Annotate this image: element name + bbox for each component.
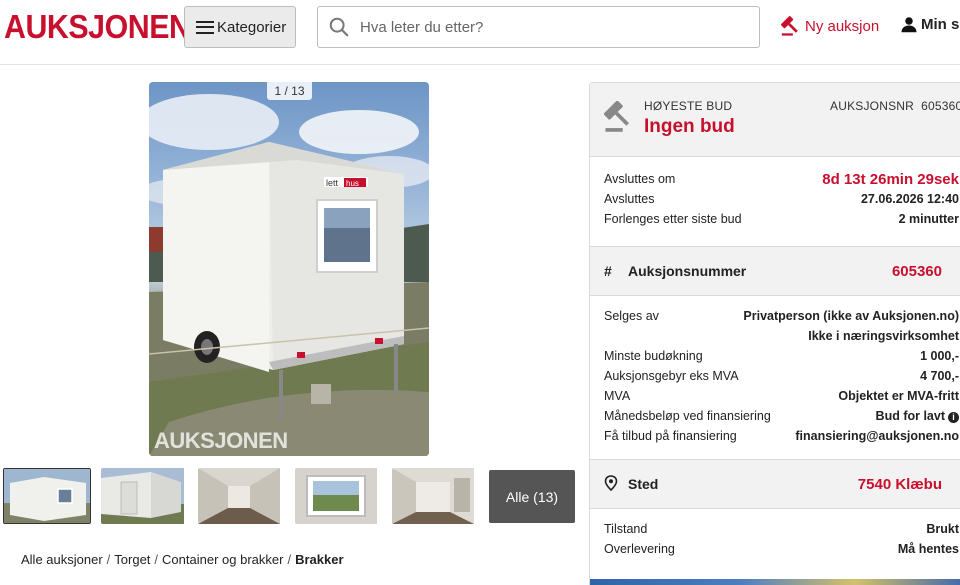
vat-value: Objektet er MVA-fritt [838,389,959,403]
breadcrumb-separator: / [287,552,292,567]
extension-value: 2 minutter [898,212,959,226]
thumbnail-5[interactable] [392,468,480,524]
section-title: Sted [628,476,659,492]
row-label: Månedsbeløp ved finansiering [604,409,771,423]
site-header: AUKSJONEN Kategorier Ny auksjon Min si [0,0,960,65]
gavel-icon [604,101,630,132]
row-label: Minste budøkning [604,349,703,363]
time-remaining-row: Avsluttes om 8d 13t 26min 29sek [604,169,959,189]
svg-text:hus: hus [346,179,359,188]
min-increment-row: Minste budøkning 1 000,- [604,346,959,366]
min-increment-value: 1 000,- [920,349,959,363]
row-label: Overlevering [604,542,675,556]
section-value: 605360 [891,262,942,280]
thumbnail-image [392,468,474,524]
new-auction-label: Ny auksjon [805,17,880,35]
site-logo[interactable]: AUKSJONEN [4,8,191,46]
row-label: Forlenges etter siste bud [604,212,742,226]
breadcrumb-link-torget[interactable]: Torget [114,552,150,567]
seller-note-row: Ikke i næringsvirksomhet [604,326,959,346]
thumbnail-4[interactable] [295,468,383,524]
search-bar[interactable] [317,6,760,48]
new-auction-link[interactable]: Ny auksjon [780,15,879,37]
row-label: MVA [604,389,631,403]
auction-number-value: 605360 [921,99,960,113]
thumbnail-strip: Alle (13) [3,468,578,524]
menu-icon [196,20,214,34]
thumbnail-image [295,468,377,524]
svg-text:lett: lett [326,178,339,188]
row-label: Selges av [604,309,659,323]
thumbnail-3[interactable] [198,468,286,524]
auction-number-header: AUKSJONSNR 605360 [830,99,960,113]
main-product-image[interactable]: lett hus AUKSJONEN [149,82,429,456]
search-icon [329,17,349,37]
trailer-photo: lett hus [149,94,429,456]
row-label: Tilstand [604,522,648,536]
vat-row: MVA Objektet er MVA-fritt [604,386,959,406]
my-page-link[interactable]: Min si [900,15,960,33]
highest-bid-label: HØYESTE BUD [644,99,733,113]
monthly-amount-value: Bud for lavt i [876,409,959,423]
image-watermark: AUKSJONEN [154,428,288,453]
condition-rows: Tilstand Brukt Overlevering Må hentes [604,519,959,559]
seller-value: Privatperson (ikke av Auksjonen.no) [743,309,959,323]
delivery-row: Overlevering Må hentes [604,539,959,559]
timing-rows: Avsluttes om 8d 13t 26min 29sek Avslutte… [604,169,959,229]
row-label: Få tilbud på finansiering [604,429,737,443]
breadcrumb-separator: / [154,552,159,567]
location-value[interactable]: 7540 Klæbu [858,476,942,493]
auction-info-panel: HØYESTE BUD Ingen bud AUKSJONSNR 605360 … [589,82,960,585]
thumbnail-1[interactable] [3,468,91,524]
auction-number-label: AUKSJONSNR [830,99,915,113]
detail-rows: Selges av Privatperson (ikke av Auksjone… [604,306,959,446]
banner-image[interactable] [590,579,960,585]
seller-note-value: Ikke i næringsvirksomhet [808,329,959,343]
breadcrumb-current: Brakker [295,552,344,567]
location-section: Sted 7540 Klæbu [590,459,960,509]
row-label: Avsluttes [604,192,655,206]
financing-email-link[interactable]: finansiering@auksjonen.no [795,429,959,443]
fee-value: 4 700,- [920,369,959,383]
monthly-amount-text: Bud for lavt [875,409,945,423]
extension-row: Forlenges etter siste bud 2 minutter [604,209,959,229]
gavel-icon [781,16,798,36]
end-date-value: 27.06.2026 12:40 [860,192,959,206]
row-label: Avsluttes om [604,172,676,186]
auction-number-section: # Auksjonsnummer 605360 [590,246,960,296]
location-pin-icon [604,474,620,494]
breadcrumb-link-container[interactable]: Container og brakker [162,552,283,567]
highest-bid-value: Ingen bud [644,116,735,137]
thumbnail-image [4,469,90,523]
end-date-row: Avsluttes 27.06.2026 12:40 [604,189,959,209]
info-icon[interactable]: i [948,412,959,423]
user-icon [901,17,917,33]
seller-row: Selges av Privatperson (ikke av Auksjone… [604,306,959,326]
thumbnail-2[interactable] [101,468,189,524]
breadcrumb-link-all[interactable]: Alle auksjoner [21,552,103,567]
fee-row: Auksjonsgebyr eks MVA 4 700,- [604,366,959,386]
section-title: Auksjonsnummer [628,263,747,279]
image-counter: 1 / 13 [267,82,312,100]
breadcrumb: Alle auksjoner / Torget / Container og brakk… [21,552,344,567]
highest-bid-box: HØYESTE BUD Ingen bud AUKSJONSNR 605360 [590,83,960,157]
my-page-label: Min si [921,15,960,33]
hash-icon: # [604,263,612,279]
financing-row: Få tilbud på finansiering finansiering@a… [604,426,959,446]
all-images-button[interactable]: Alle (13) [489,470,575,523]
thumbnail-image [101,468,184,524]
delivery-value: Må hentes [897,542,959,556]
categories-button[interactable]: Kategorier [184,6,296,48]
condition-value: Brukt [926,522,959,536]
thumbnail-image [198,468,280,524]
condition-row: Tilstand Brukt [604,519,959,539]
row-label: Auksjonsgebyr eks MVA [604,369,739,383]
time-remaining-value: 8d 13t 26min 29sek [822,170,959,188]
monthly-amount-row: Månedsbeløp ved finansiering Bud for lav… [604,406,959,426]
categories-label: Kategorier [217,18,287,36]
search-input[interactable] [360,18,740,36]
breadcrumb-separator: / [106,552,111,567]
